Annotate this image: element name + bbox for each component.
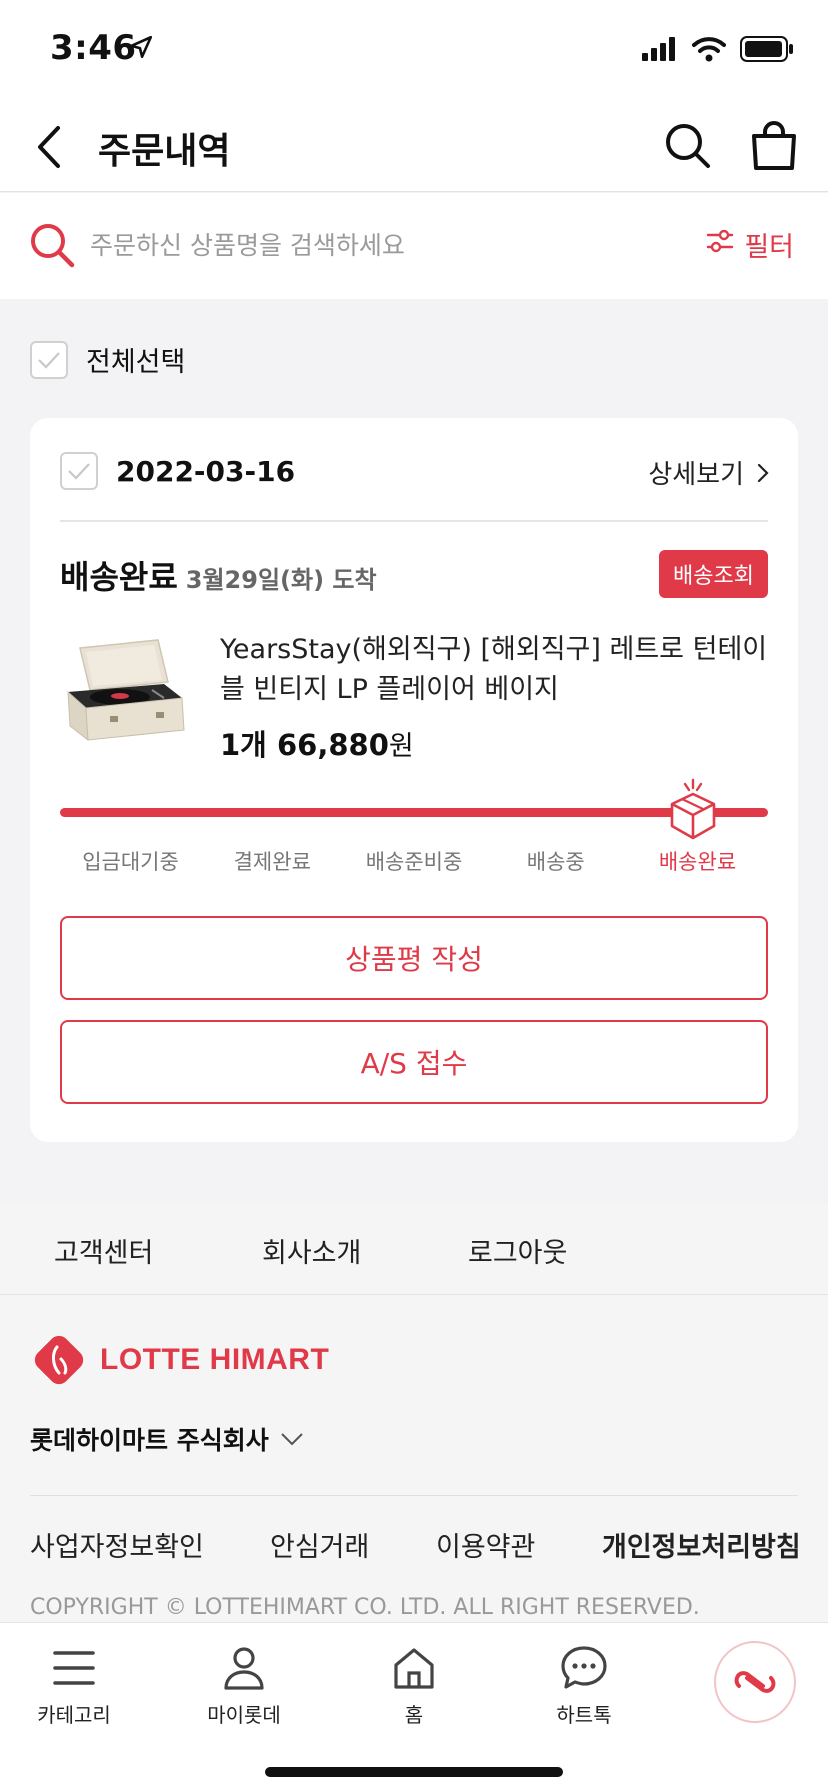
arrival-date: 3월29일(화) 도착 xyxy=(185,566,377,594)
page-title: 주문내역 xyxy=(98,131,231,172)
delivery-progress-bar xyxy=(60,808,768,817)
tab-label: 카테고리 xyxy=(37,1703,111,1727)
track-delivery-button[interactable]: 배송조회 xyxy=(659,550,768,598)
product-quantity: 1개 xyxy=(220,728,267,762)
lotte-shortcut-button[interactable] xyxy=(714,1641,796,1723)
search-icon xyxy=(28,221,76,269)
divider xyxy=(30,1495,798,1496)
legal-link-business-info[interactable]: 사업자정보확인 xyxy=(30,1525,204,1564)
legal-link-safe-trade[interactable]: 안심거래 xyxy=(270,1525,369,1564)
tab-home[interactable]: 홈 xyxy=(354,1645,474,1728)
chevron-down-icon xyxy=(281,1433,303,1446)
order-detail-link[interactable]: 상세보기 xyxy=(648,454,770,491)
order-date: 2022-03-16 xyxy=(116,454,296,488)
battery-icon xyxy=(740,36,794,66)
divider xyxy=(60,520,768,522)
select-all-label: 전체선택 xyxy=(86,347,186,378)
filter-label: 필터 xyxy=(744,232,794,263)
select-all-row[interactable]: 전체선택 xyxy=(30,340,185,379)
order-checkbox[interactable] xyxy=(60,452,98,490)
delivery-status: 배송완료 xyxy=(60,558,178,596)
chat-bubble-icon xyxy=(561,1646,607,1689)
tab-label: 하트톡 xyxy=(556,1703,612,1727)
shopping-bag-button[interactable] xyxy=(748,118,800,174)
as-request-button[interactable]: A/S 접수 xyxy=(60,1020,768,1104)
order-search-input[interactable] xyxy=(90,223,590,267)
home-indicator xyxy=(265,1767,563,1777)
tab-category[interactable]: 카테고리 xyxy=(14,1645,134,1728)
person-icon xyxy=(224,1647,264,1690)
price-value: 66,880 xyxy=(276,728,389,762)
shopping-bag-icon xyxy=(752,121,796,170)
status-bar: 3:46 xyxy=(0,0,828,100)
tab-heart-talk[interactable]: 하트톡 xyxy=(524,1645,644,1728)
tab-label: 마이롯데 xyxy=(207,1703,281,1727)
company-info-toggle[interactable]: 롯데하이마트 주식회사 xyxy=(30,1421,305,1457)
menu-icon xyxy=(53,1651,95,1685)
chevron-left-icon xyxy=(38,126,60,168)
lotte-heart-icon xyxy=(734,1671,776,1693)
chevron-right-icon xyxy=(757,463,769,482)
bottom-tab-bar: 카테고리 마이롯데 홈 하트톡 xyxy=(0,1622,828,1792)
home-icon xyxy=(394,1648,434,1689)
brand-name: LOTTE HIMART xyxy=(100,1343,330,1376)
filter-button[interactable]: 필터 xyxy=(706,225,794,264)
product-thumbnail[interactable] xyxy=(60,636,190,756)
order-search-bar: 필터 xyxy=(0,193,828,299)
package-icon xyxy=(666,778,720,842)
location-arrow-icon xyxy=(128,34,154,64)
footer-link-logout[interactable]: 로그아웃 xyxy=(468,1231,567,1270)
search-button[interactable] xyxy=(662,118,714,174)
order-header: 2022-03-16 xyxy=(60,452,295,490)
footer-link-customer-center[interactable]: 고객센터 xyxy=(54,1231,153,1270)
tab-my-lotte[interactable]: 마이롯데 xyxy=(184,1645,304,1728)
search-icon xyxy=(666,124,710,168)
detail-label: 상세보기 xyxy=(648,460,744,490)
copyright: COPYRIGHT © LOTTEHIMART CO. LTD. ALL RIG… xyxy=(30,1595,700,1620)
price-unit: 원 xyxy=(388,731,414,762)
legal-link-terms[interactable]: 이용약관 xyxy=(436,1525,535,1564)
select-all-checkbox[interactable] xyxy=(30,340,68,379)
wifi-icon xyxy=(692,36,726,66)
order-card: 2022-03-16 상세보기 배송완료 3월29일(화) 도착 배송조회 Ye… xyxy=(30,418,798,1142)
tab-label: 홈 xyxy=(404,1703,424,1727)
lotte-logo-icon xyxy=(34,1335,84,1385)
product-name[interactable]: YearsStay(해외직구) [해외직구] 레트로 턴테이블 빈티지 LP 플… xyxy=(220,630,780,710)
back-button[interactable] xyxy=(28,120,72,174)
app-header: 주문내역 xyxy=(0,100,828,192)
step-label: 입금대기중 xyxy=(82,850,179,874)
step-label: 결제완료 xyxy=(233,850,311,874)
write-review-button[interactable]: 상품평 작성 xyxy=(60,916,768,1000)
company-name: 롯데하이마트 주식회사 xyxy=(30,1426,269,1455)
step-label: 배송중 xyxy=(526,850,585,874)
footer-links: 고객센터 회사소개 로그아웃 xyxy=(0,1203,828,1295)
delivery-steps: 입금대기중 결제완료 배송준비중 배송중 배송완료 xyxy=(60,846,768,876)
step-label-active: 배송완료 xyxy=(658,850,737,874)
check-icon xyxy=(38,351,60,369)
footer-link-company[interactable]: 회사소개 xyxy=(262,1231,361,1270)
delivery-info: 배송완료 3월29일(화) 도착 xyxy=(60,552,377,598)
cellular-signal-icon xyxy=(642,37,678,65)
check-icon xyxy=(68,463,90,480)
brand-logo: LOTTE HIMART xyxy=(30,1331,329,1389)
step-label: 배송준비중 xyxy=(365,850,463,874)
status-time: 3:46 xyxy=(50,28,137,68)
legal-link-privacy[interactable]: 개인정보처리방침 xyxy=(602,1525,801,1564)
product-price: 1개 66,880원 xyxy=(220,722,414,764)
sliders-icon xyxy=(706,228,734,261)
footer: 고객센터 회사소개 로그아웃 LOTTE HIMART 롯데하이마트 주식회사 … xyxy=(0,1203,828,1623)
